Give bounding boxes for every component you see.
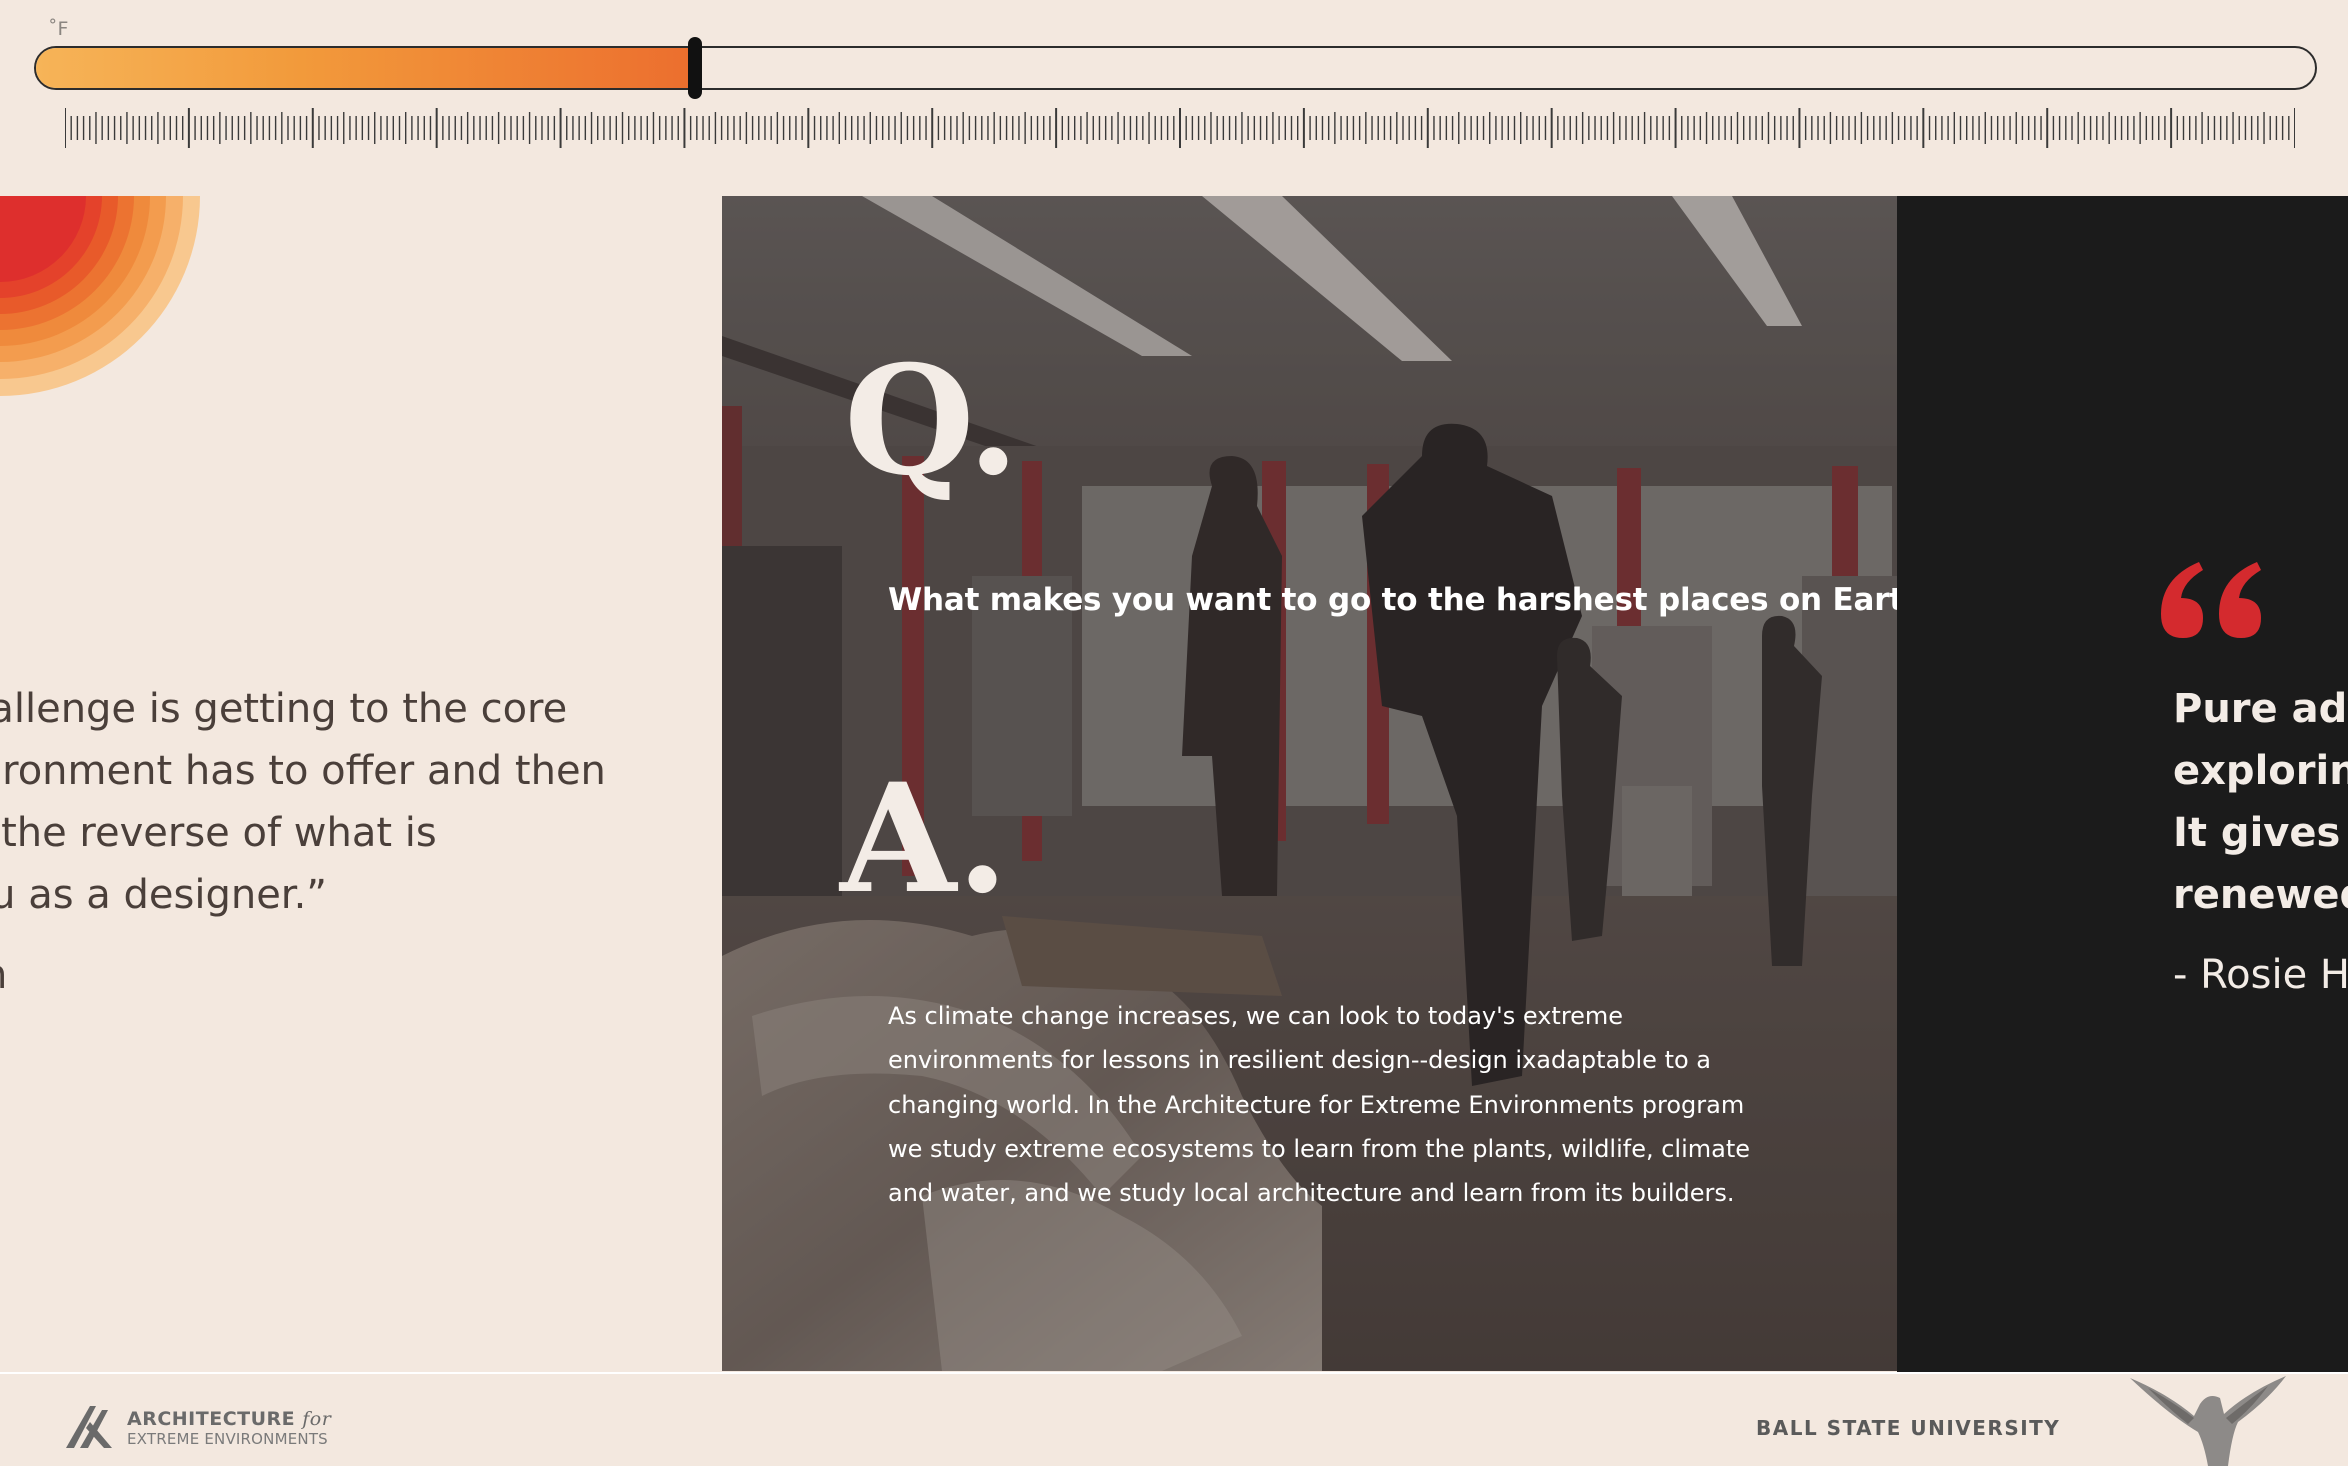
left-quote-line: you as a designer.” (0, 872, 328, 918)
logo-subtitle: EXTREME ENVIRONMENTS (127, 1430, 328, 1448)
question-marker: Q. (844, 333, 1020, 509)
left-quote-line: ke the reverse of what is (0, 810, 437, 856)
answer-text: As climate change increases, we can look… (888, 1002, 1751, 1208)
cardinal-logo-icon[interactable] (2128, 1374, 2288, 1466)
right-quote-panel: Pure adve exploring It gives m renewed -… (1897, 196, 2348, 1374)
right-quote-line: exploring (2173, 748, 2348, 794)
right-quote-text: Pure adve exploring It gives m renewed (2173, 678, 2348, 926)
logo-title[interactable]: ARCHITECTURE for (127, 1408, 331, 1430)
left-quote-text: challenge is getting to the core nvironm… (0, 678, 702, 926)
aee-logo-icon[interactable] (66, 1402, 120, 1450)
temperature-slider-track[interactable] (34, 46, 2317, 90)
temperature-unit-label: ˚F (48, 18, 69, 40)
question-text: What makes you want to go to the harshes… (888, 582, 1897, 618)
answer-marker: A. (840, 751, 1009, 927)
left-quote-line: nvironment has to offer and then (0, 748, 606, 794)
right-quote-attribution: - Rosie Ha (2173, 952, 2348, 998)
left-quote-line: challenge is getting to the core (0, 686, 568, 732)
university-name[interactable]: BALL STATE UNIVERSITY (1756, 1416, 2060, 1440)
temperature-slider-fill (36, 48, 697, 88)
temperature-slider-thumb[interactable] (687, 37, 702, 99)
right-quote-line: renewed (2173, 872, 2348, 918)
left-quote-panel: challenge is getting to the core nvironm… (0, 196, 722, 1371)
temperature-scale-ticks (65, 108, 2295, 148)
left-quote-attribution: n (0, 952, 7, 998)
qa-photo-panel: Q. What makes you want to go to the hars… (722, 196, 1897, 1371)
right-quote-line: Pure adve (2173, 686, 2348, 732)
right-quote-line: It gives m (2173, 810, 2348, 856)
rainbow-arc-graphic (0, 196, 200, 396)
logo-title-for: for (302, 1408, 332, 1430)
logo-title-main: ARCHITECTURE (127, 1408, 296, 1430)
footer: ARCHITECTURE for EXTREME ENVIRONMENTS BA… (0, 1374, 2348, 1466)
quote-mark-icon (2161, 562, 2261, 638)
